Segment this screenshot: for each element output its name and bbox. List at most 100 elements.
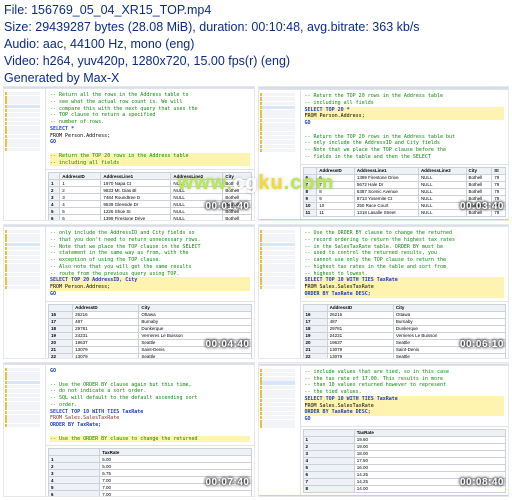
table-row[interactable]: 337484 Roundtree DNULLBothell — [49, 194, 252, 201]
tree-item[interactable] — [5, 109, 40, 113]
column-header[interactable]: City — [223, 173, 251, 180]
object-explorer[interactable] — [4, 227, 46, 359]
tree-item[interactable] — [260, 238, 295, 242]
tree-item[interactable] — [5, 268, 40, 272]
column-header[interactable]: AddressID — [317, 167, 355, 174]
tree-item[interactable] — [260, 424, 295, 428]
sql-editor[interactable]: -- only include the AddressID and City f… — [46, 227, 254, 302]
table-row[interactable]: 417.50 — [303, 457, 506, 464]
results-grid[interactable]: AddressIDCity1626216Ottawa17487Burnaby18… — [46, 302, 254, 360]
column-header[interactable]: AddressID — [327, 304, 393, 311]
table-row[interactable]: 775672 Hale DrNULLBothell79 — [303, 181, 506, 188]
tree-item[interactable] — [260, 416, 295, 420]
tree-item[interactable] — [5, 230, 40, 234]
table-row[interactable]: 1924231Verrieres Le Buisson — [49, 332, 252, 339]
tree-item[interactable] — [260, 273, 295, 277]
result-table[interactable]: AddressIDCity1626216Ottawa17487Burnaby18… — [303, 304, 507, 360]
column-header[interactable]: AddressLine1 — [101, 173, 171, 180]
result-table[interactable]: TaxRate15.0025.0036.7547.0057.0067.0077.… — [48, 448, 252, 497]
tree-item[interactable] — [260, 140, 295, 144]
tree-item[interactable] — [260, 381, 295, 385]
tree-item[interactable] — [5, 243, 40, 247]
tree-item[interactable] — [5, 389, 40, 393]
table-row[interactable]: 25.00 — [49, 463, 252, 470]
table-row[interactable]: 661399 Firestone DriveNULLBothell — [49, 215, 252, 221]
tree-item[interactable] — [5, 385, 40, 389]
tree-item[interactable] — [5, 415, 40, 419]
column-header[interactable]: AddressID — [60, 173, 101, 180]
tree-item[interactable] — [260, 251, 295, 255]
table-row[interactable]: 318.00 — [303, 450, 506, 457]
tree-item[interactable] — [260, 114, 295, 118]
column-header[interactable]: AddressID — [73, 304, 139, 311]
tree-item[interactable] — [260, 286, 295, 290]
tree-item[interactable] — [260, 373, 295, 377]
table-row[interactable]: 1829781Dunkerque — [49, 325, 252, 332]
tree-item[interactable] — [5, 264, 40, 268]
tree-item[interactable] — [5, 100, 40, 104]
tree-item[interactable] — [5, 238, 40, 242]
table-row[interactable]: 1626216Ottawa — [303, 311, 506, 318]
table-row[interactable]: 17487Burnaby — [49, 318, 252, 325]
tree-item[interactable] — [260, 93, 295, 97]
tree-item[interactable] — [5, 273, 40, 277]
table-row[interactable]: 111970 Napa CtNULLBothell — [49, 180, 252, 187]
tree-item[interactable] — [260, 127, 295, 131]
tree-item[interactable] — [5, 234, 40, 238]
tree-item[interactable] — [5, 113, 40, 117]
tree-item[interactable] — [5, 130, 40, 134]
column-header[interactable]: AddressLine2 — [171, 173, 223, 180]
column-header[interactable]: City — [466, 167, 492, 174]
tree-item[interactable] — [5, 148, 40, 152]
column-header[interactable]: AddressLine2 — [418, 167, 466, 174]
tree-item[interactable] — [260, 407, 295, 411]
column-header[interactable]: TaxRate — [354, 429, 505, 436]
tree-item[interactable] — [5, 286, 40, 290]
tree-item[interactable] — [5, 394, 40, 398]
object-explorer[interactable] — [259, 227, 301, 359]
tree-item[interactable] — [5, 372, 40, 376]
tree-item[interactable] — [260, 149, 295, 153]
tree-item[interactable] — [260, 247, 295, 251]
tree-item[interactable] — [5, 143, 40, 147]
tree-item[interactable] — [5, 381, 40, 385]
result-table[interactable]: AddressIDCity1626216Ottawa17487Burnaby18… — [48, 304, 252, 360]
tree-item[interactable] — [5, 256, 40, 260]
tree-item[interactable] — [5, 126, 40, 130]
tree-item[interactable] — [260, 403, 295, 407]
tree-item[interactable] — [5, 118, 40, 122]
tree-item[interactable] — [5, 398, 40, 402]
sql-editor[interactable]: -- include values that are tied, so in t… — [301, 366, 509, 427]
tree-item[interactable] — [5, 247, 40, 251]
table-row[interactable]: 661399 Firestone DriveNULLBothell79 — [303, 174, 506, 181]
tree-item[interactable] — [260, 268, 295, 272]
tree-item[interactable] — [260, 256, 295, 260]
table-row[interactable]: 119.60 — [303, 436, 506, 443]
column-header[interactable]: City — [139, 304, 251, 311]
sql-editor[interactable]: GO -- Use the ORDER BY clause again but … — [46, 365, 254, 446]
column-header[interactable]: St — [492, 167, 506, 174]
tree-item[interactable] — [5, 424, 40, 428]
sql-editor[interactable]: -- Use the ORDER BY clause to change the… — [301, 227, 509, 302]
table-row[interactable]: 67.00 — [49, 491, 252, 497]
table-row[interactable]: 17487Burnaby — [303, 318, 506, 325]
tree-item[interactable] — [260, 230, 295, 234]
table-row[interactable]: 229833 Mt. Dias BlNULLBothell — [49, 187, 252, 194]
tree-item[interactable] — [5, 135, 40, 139]
tree-item[interactable] — [5, 260, 40, 264]
tree-item[interactable] — [5, 122, 40, 126]
tree-item[interactable] — [260, 123, 295, 127]
column-header[interactable] — [303, 304, 327, 311]
tree-item[interactable] — [260, 386, 295, 390]
results-grid[interactable]: AddressIDCity1626216Ottawa17487Burnaby18… — [301, 302, 509, 360]
tree-item[interactable] — [260, 399, 295, 403]
table-row[interactable]: 1829781Dunkerque — [303, 325, 506, 332]
results-grid[interactable]: TaxRate15.0025.0036.7547.0057.0067.0077.… — [46, 446, 254, 497]
tree-item[interactable] — [260, 243, 295, 247]
tree-item[interactable] — [260, 110, 295, 114]
column-header[interactable] — [303, 429, 354, 436]
table-row[interactable]: 36.75 — [49, 470, 252, 477]
object-explorer[interactable] — [259, 90, 301, 219]
table-row[interactable]: 1924231Verrieres Le Buisson — [303, 332, 506, 339]
tree-item[interactable] — [260, 119, 295, 123]
